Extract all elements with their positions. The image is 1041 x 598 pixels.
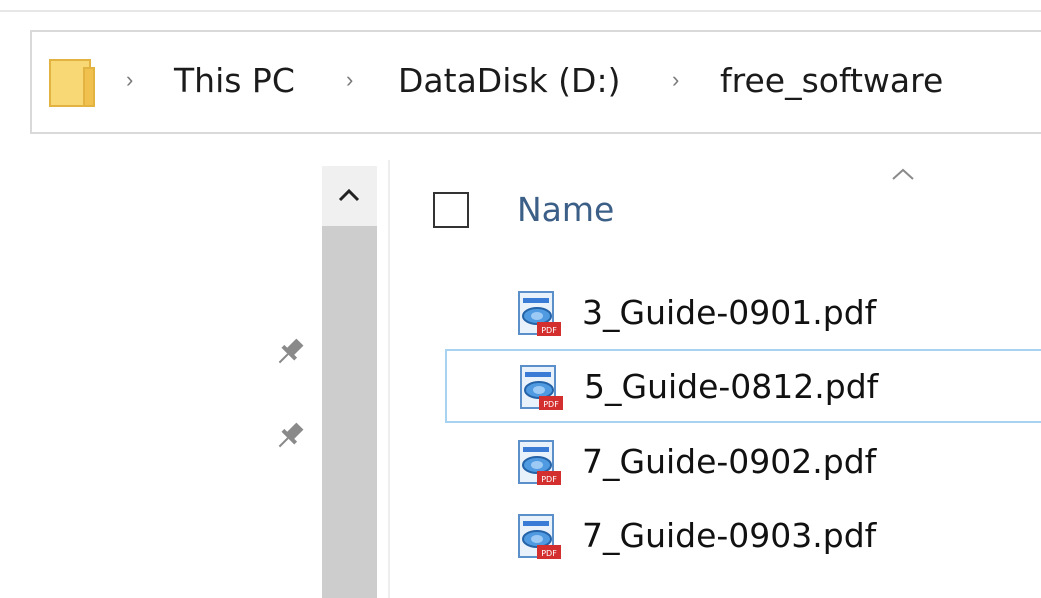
column-header-name[interactable]: Name	[517, 188, 614, 232]
pdf-file-icon: PDF	[518, 514, 561, 559]
svg-text:PDF: PDF	[541, 326, 557, 335]
chevron-up-icon	[338, 188, 360, 202]
select-all-checkbox[interactable]	[433, 192, 469, 228]
address-bar[interactable]: › This PC › DataDisk (D:) › free_softwar…	[30, 30, 1041, 134]
file-name[interactable]: 3_Guide-0901.pdf	[582, 289, 876, 337]
breadcrumb-this-pc[interactable]: This PC	[174, 59, 295, 103]
sort-ascending-icon	[892, 168, 914, 180]
folder-icon	[49, 59, 95, 107]
file-row[interactable]: PDF 5_Guide-0812.pdf	[445, 349, 1041, 423]
file-row[interactable]: PDF 7_Guide-0903.pdf	[445, 500, 1041, 574]
pane-divider[interactable]	[388, 160, 390, 598]
pin-icon	[278, 338, 304, 364]
file-name[interactable]: 7_Guide-0902.pdf	[582, 438, 876, 486]
svg-text:PDF: PDF	[541, 475, 557, 484]
breadcrumb-separator[interactable]: ›	[346, 68, 364, 92]
file-row[interactable]: PDF 7_Guide-0902.pdf	[445, 426, 1041, 500]
nav-pane-scroll-thumb[interactable]	[322, 226, 377, 598]
scroll-up-button[interactable]	[322, 166, 377, 224]
breadcrumb-datadisk[interactable]: DataDisk (D:)	[398, 59, 620, 103]
pdf-file-icon: PDF	[518, 440, 561, 485]
pdf-file-icon: PDF	[520, 365, 563, 410]
svg-text:PDF: PDF	[541, 549, 557, 558]
file-name[interactable]: 7_Guide-0903.pdf	[582, 512, 876, 560]
pin-icon	[278, 422, 304, 448]
breadcrumb-separator[interactable]: ›	[126, 68, 144, 92]
pdf-file-icon: PDF	[518, 291, 561, 336]
file-name[interactable]: 5_Guide-0812.pdf	[584, 363, 878, 411]
breadcrumb-free-software[interactable]: free_software	[720, 59, 943, 103]
ribbon-bottom-edge	[0, 0, 1041, 12]
file-row[interactable]: PDF 3_Guide-0901.pdf	[445, 277, 1041, 351]
breadcrumb-separator[interactable]: ›	[672, 68, 690, 92]
svg-text:PDF: PDF	[543, 400, 559, 409]
